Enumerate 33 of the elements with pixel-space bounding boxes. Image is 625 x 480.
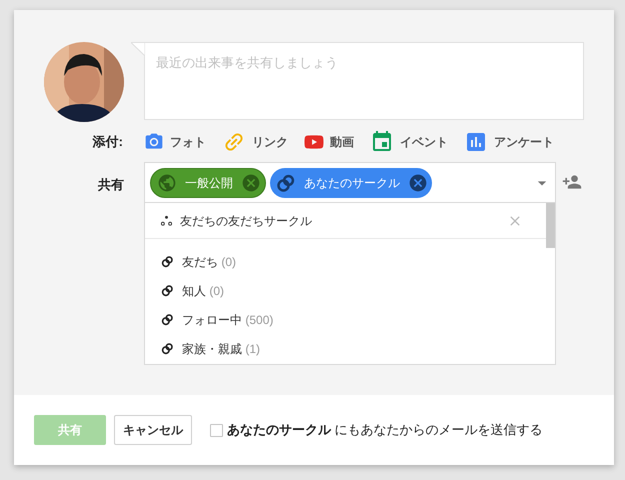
cancel-button[interactable]: キャンセル (114, 415, 192, 445)
circle-item[interactable]: フォロー中 (500) (182, 310, 274, 328)
attach-option[interactable]: アンケート (464, 130, 554, 154)
scrollbar[interactable] (546, 203, 555, 248)
circle-item[interactable]: 家族・親戚 (1) (182, 340, 260, 358)
circles-icon (161, 342, 174, 355)
attach-option[interactable]: イベント (370, 130, 448, 154)
post-field[interactable]: 最近の出来事を共有しましょう (145, 43, 583, 119)
audience-chip[interactable]: あなたのサークル (270, 168, 432, 198)
remove-icon[interactable] (408, 172, 428, 192)
circles-icon (161, 255, 174, 268)
notify-label: あなたのサークル にもあなたからのメールを送信する (227, 421, 543, 440)
circle-item[interactable]: 友だち (0) (182, 252, 236, 270)
bar-chart-icon (464, 130, 488, 154)
attach-label: 添付: (92, 133, 124, 152)
circles-icon (161, 284, 174, 297)
remove-icon[interactable] (241, 172, 261, 192)
share-label: 共有 (97, 176, 124, 194)
circles-icon (161, 313, 174, 326)
dots-icon (161, 215, 172, 226)
chip-label: 一般公開 (185, 174, 233, 192)
circles-icon (276, 172, 296, 192)
audience-chip[interactable]: 一般公開 (150, 168, 266, 198)
circle-item[interactable]: 知人 (0) (182, 282, 224, 300)
globe-icon (157, 172, 177, 192)
dropdown-item[interactable]: 友だちの友だちサークル (180, 212, 312, 230)
attach-option[interactable]: リンク (222, 130, 288, 154)
attach-option[interactable]: 動画 (304, 132, 354, 152)
chip-label: あなたのサークル (304, 174, 400, 192)
notify-checkbox[interactable] (210, 424, 223, 436)
calendar-icon (370, 130, 394, 154)
attach-option[interactable]: フォト (144, 132, 206, 152)
share-field[interactable]: 一般公開 あなたのサークル (144, 162, 556, 203)
